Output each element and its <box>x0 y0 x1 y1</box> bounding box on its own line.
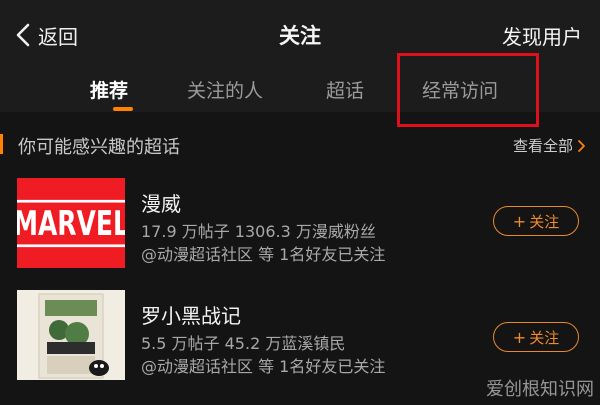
item-stats: 5.5 万帖子 45.2 万蓝溪镇民 <box>141 334 346 353</box>
discover-users-button[interactable]: 发现用户 <box>502 21 582 50</box>
tab-frequent-visits[interactable]: 经常访问 <box>422 76 498 103</box>
follow-button[interactable]: + 关注 <box>493 322 579 352</box>
chevron-right-icon <box>578 139 585 152</box>
item-stats: 17.9 万帖子 1306.3 万漫威粉丝 <box>141 222 376 241</box>
active-tab-indicator <box>113 107 133 111</box>
see-all-label: 查看全部 <box>512 137 573 155</box>
follow-label: 关注 <box>529 328 560 347</box>
tab-super-topics[interactable]: 超话 <box>326 76 364 103</box>
section-header: 你可能感兴趣的超话 查看全部 <box>0 124 600 164</box>
watermark: 爱创根知识网 <box>486 379 594 400</box>
tab-bar: 推荐 关注的人 超话 经常访问 <box>0 68 600 112</box>
book-cover-thumbnail <box>17 290 125 380</box>
section-accent-bar <box>0 134 3 154</box>
item-name: 漫威 <box>141 192 181 216</box>
book-cover-illustration <box>17 290 125 380</box>
list-item[interactable]: MARVEL 漫威 17.9 万帖子 1306.3 万漫威粉丝 @动漫超话社区 … <box>0 172 600 282</box>
section-title: 你可能感兴趣的超话 <box>18 137 180 158</box>
plus-icon: + <box>512 211 527 231</box>
chevron-left-icon <box>16 23 30 47</box>
see-all-link[interactable]: 查看全部 <box>513 135 586 156</box>
back-label: 返回 <box>38 24 78 49</box>
follow-label: 关注 <box>529 212 560 231</box>
marvel-logo-thumbnail: MARVEL <box>17 178 125 268</box>
item-friends-following: @动漫超话社区 等 1名好友已关注 <box>141 245 386 264</box>
marvel-logo-text: MARVEL <box>17 199 125 247</box>
plus-icon: + <box>512 327 527 347</box>
follow-button[interactable]: + 关注 <box>493 206 579 236</box>
tab-recommend[interactable]: 推荐 <box>90 76 133 111</box>
item-friends-following: @动漫超话社区 等 1名好友已关注 <box>141 357 386 376</box>
top-bar: 返回 关注 发现用户 <box>0 0 600 68</box>
tab-following[interactable]: 关注的人 <box>187 76 263 103</box>
tab-label: 推荐 <box>90 80 129 102</box>
back-button[interactable]: 返回 <box>14 20 78 50</box>
item-name: 罗小黑战记 <box>141 304 241 328</box>
